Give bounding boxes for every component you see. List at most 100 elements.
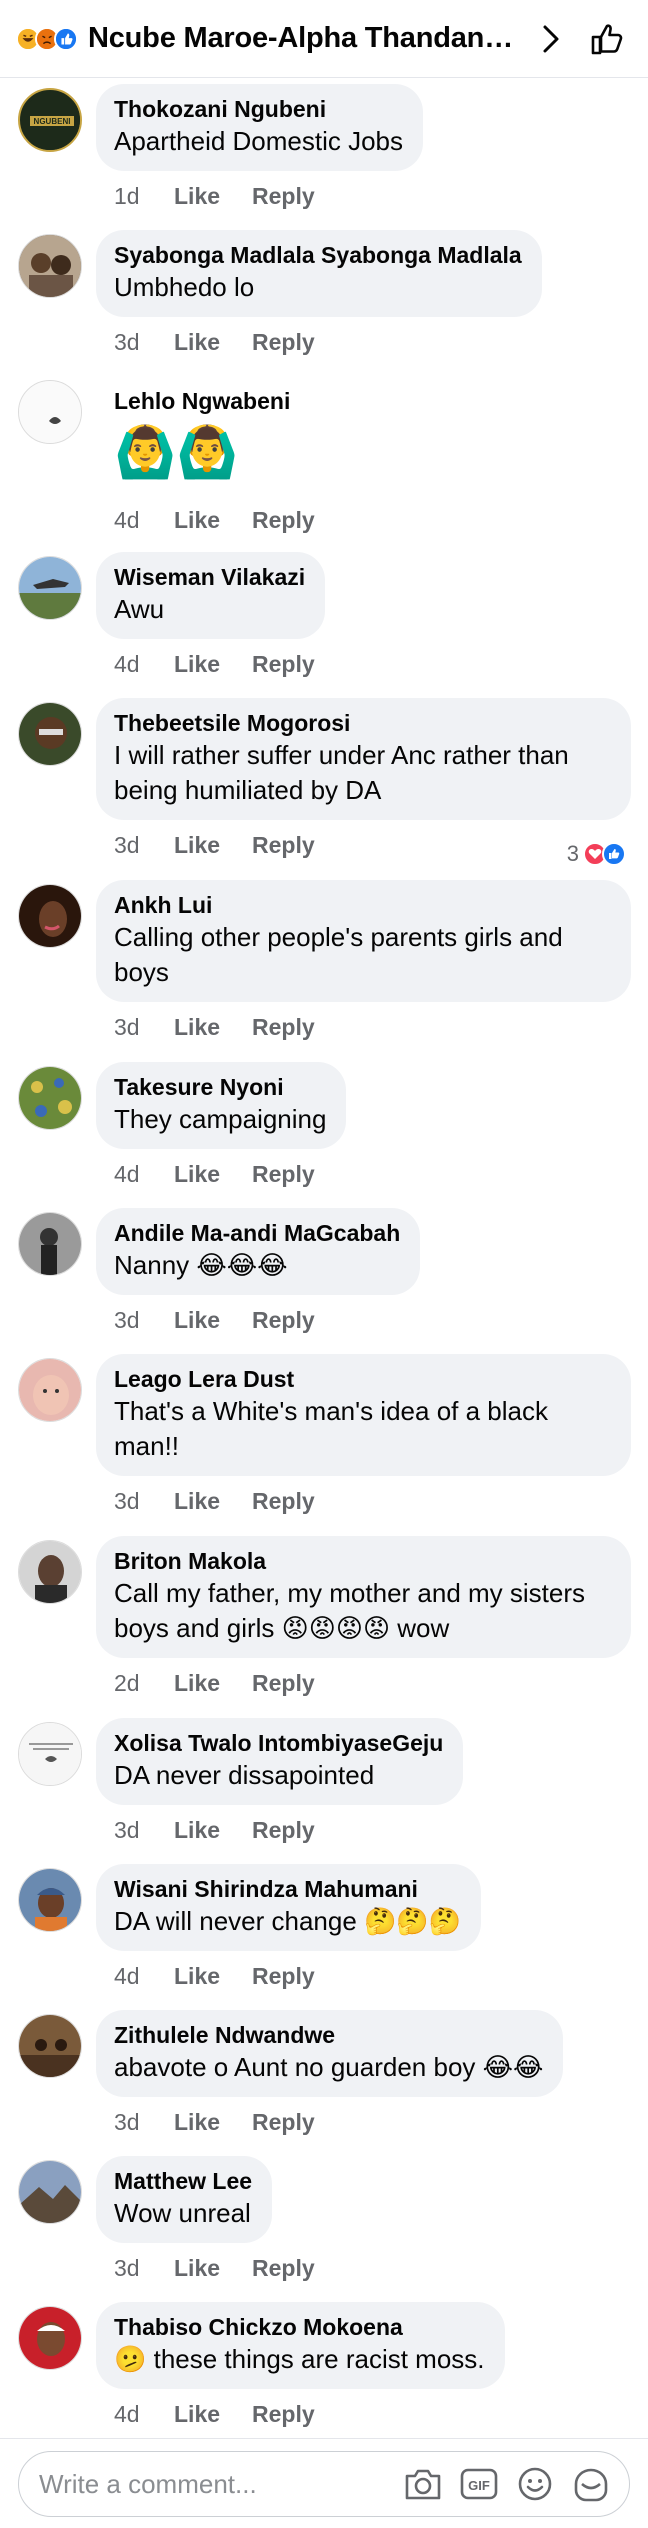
comment-bubble[interactable]: Ankh Lui Calling other people's parents …: [96, 880, 631, 1002]
avatar[interactable]: [18, 2014, 82, 2078]
comment-text: Umbhedo lo: [114, 272, 255, 302]
comment-time: 3d: [114, 831, 140, 858]
comment-bubble[interactable]: Andile Ma-andi MaGcabah Nanny 😂😂😂: [96, 1208, 421, 1295]
comment-author[interactable]: Matthew Lee: [114, 2166, 252, 2196]
reply-button[interactable]: Reply: [252, 183, 315, 210]
reply-button[interactable]: Reply: [252, 1817, 315, 1844]
like-comment-button[interactable]: Like: [174, 183, 252, 210]
like-comment-button[interactable]: Like: [174, 1670, 252, 1697]
like-comment-button[interactable]: Like: [174, 651, 252, 678]
comment-author[interactable]: Lehlo Ngwabeni: [114, 386, 290, 416]
reply-button[interactable]: Reply: [252, 1670, 315, 1697]
comment-author[interactable]: Andile Ma-andi MaGcabah: [114, 1218, 400, 1248]
comment-bubble[interactable]: Wiseman Vilakazi Awu: [96, 552, 326, 639]
gif-icon[interactable]: GIF: [457, 2462, 501, 2506]
comment-bubble[interactable]: Leago Lera Dust That's a White's man's i…: [96, 1354, 631, 1476]
comment-author[interactable]: Zithulele Ndwandwe: [114, 2020, 543, 2050]
comment-time: 4d: [114, 507, 140, 534]
comment-author[interactable]: Xolisa Twalo IntombiyaseGeju: [114, 1728, 443, 1758]
comment-bubble[interactable]: Thebeetsile Mogorosi I will rather suffe…: [96, 698, 631, 820]
reply-button[interactable]: Reply: [252, 2401, 315, 2428]
like-comment-button[interactable]: Like: [174, 1963, 252, 1990]
avatar[interactable]: NGUBENI: [18, 88, 82, 152]
sticker-icon[interactable]: [569, 2462, 613, 2506]
avatar[interactable]: [18, 556, 82, 620]
avatar[interactable]: [18, 2306, 82, 2370]
reply-button[interactable]: Reply: [252, 651, 315, 678]
comment-actions: 3d Like Reply: [96, 2097, 563, 2147]
comment-actions: 4d Like Reply: [96, 1149, 346, 1199]
reply-button[interactable]: Reply: [252, 329, 315, 356]
like-comment-button[interactable]: Like: [174, 2255, 252, 2282]
like-comment-button[interactable]: Like: [174, 1488, 252, 1515]
comment-item: Ankh Lui Calling other people's parents …: [0, 880, 648, 1062]
comment-actions: 3d Like Reply: [96, 1476, 631, 1526]
comment-author[interactable]: Syabonga Madlala Syabonga Madlala: [114, 240, 522, 270]
comment-author[interactable]: Wiseman Vilakazi: [114, 562, 305, 592]
comment-author[interactable]: Thokozani Ngubeni: [114, 94, 403, 124]
like-comment-button[interactable]: Like: [174, 832, 252, 859]
avatar[interactable]: [18, 1212, 82, 1276]
like-comment-button[interactable]: Like: [174, 2109, 252, 2136]
avatar[interactable]: [18, 884, 82, 948]
avatar[interactable]: [18, 1066, 82, 1130]
reply-button[interactable]: Reply: [252, 832, 315, 859]
avatar[interactable]: [18, 234, 82, 298]
like-comment-button[interactable]: Like: [174, 1014, 252, 1041]
avatar[interactable]: [18, 1868, 82, 1932]
comment-item: Lehlo Ngwabeni 🙆‍♂️🙆‍♂️ 4d Like Reply: [0, 376, 648, 552]
avatar[interactable]: [18, 1358, 82, 1422]
person-gesturing-ok-emoji: 🙆‍♂️: [176, 423, 239, 480]
avatar[interactable]: [18, 380, 82, 444]
avatar[interactable]: [18, 2160, 82, 2224]
comment-actions: 4d Like Reply: [96, 639, 325, 689]
comment-bubble[interactable]: Xolisa Twalo IntombiyaseGeju DA never di…: [96, 1718, 464, 1805]
comment-input-box[interactable]: GIF: [18, 2451, 630, 2517]
comment-bubble[interactable]: Thabiso Chickzo Mokoena 🫤 these things a…: [96, 2302, 505, 2389]
comment-item: Wisani Shirindza Mahumani DA will never …: [0, 1864, 648, 2010]
chevron-right-icon[interactable]: [536, 19, 566, 59]
comment-author[interactable]: Wisani Shirindza Mahumani: [114, 1874, 461, 1904]
reply-button[interactable]: Reply: [252, 507, 315, 534]
comment-author[interactable]: Thebeetsile Mogorosi: [114, 708, 611, 738]
reply-button[interactable]: Reply: [252, 1963, 315, 1990]
like-comment-button[interactable]: Like: [174, 1307, 252, 1334]
avatar[interactable]: [18, 1722, 82, 1786]
emoji-icon[interactable]: [513, 2462, 557, 2506]
like-comment-button[interactable]: Like: [174, 507, 252, 534]
comment-author[interactable]: Briton Makola: [114, 1546, 611, 1576]
reply-button[interactable]: Reply: [252, 1014, 315, 1041]
reaction-summary[interactable]: [16, 26, 78, 51]
like-post-button[interactable]: [586, 17, 630, 61]
comment-bubble[interactable]: Zithulele Ndwandwe abavote o Aunt no gua…: [96, 2010, 564, 2097]
avatar[interactable]: [18, 1540, 82, 1604]
reply-button[interactable]: Reply: [252, 1488, 315, 1515]
comment-bubble[interactable]: Syabonga Madlala Syabonga Madlala Umbhed…: [96, 230, 542, 317]
camera-icon[interactable]: [401, 2462, 445, 2506]
comment-bubble[interactable]: Takesure Nyoni They campaigning: [96, 1062, 347, 1149]
reply-button[interactable]: Reply: [252, 2255, 315, 2282]
comment-actions: 3d Like Reply: [96, 1295, 420, 1345]
reply-button[interactable]: Reply: [252, 1161, 315, 1188]
comment-bubble[interactable]: Briton Makola Call my father, my mother …: [96, 1536, 631, 1658]
like-comment-button[interactable]: Like: [174, 1161, 252, 1188]
comment-bubble[interactable]: Lehlo Ngwabeni 🙆‍♂️🙆‍♂️: [96, 376, 310, 496]
comment-text: They campaigning: [114, 1104, 327, 1134]
like-comment-button[interactable]: Like: [174, 329, 252, 356]
comment-bubble[interactable]: Matthew Lee Wow unreal: [96, 2156, 273, 2243]
reply-button[interactable]: Reply: [252, 1307, 315, 1334]
comment-author[interactable]: Thabiso Chickzo Mokoena: [114, 2312, 485, 2342]
comment-bubble[interactable]: Wisani Shirindza Mahumani DA will never …: [96, 1864, 482, 1951]
like-comment-button[interactable]: Like: [174, 1817, 252, 1844]
avatar[interactable]: [18, 702, 82, 766]
comment-reaction-count[interactable]: 3: [567, 841, 626, 867]
comment-author[interactable]: Ankh Lui: [114, 890, 611, 920]
comment-input[interactable]: [39, 2468, 389, 2500]
comment-author[interactable]: Leago Lera Dust: [114, 1364, 611, 1394]
like-comment-button[interactable]: Like: [174, 2401, 252, 2428]
comment-author[interactable]: Takesure Nyoni: [114, 1072, 326, 1102]
comment-text: 🫤 these things are racist moss.: [114, 2344, 485, 2374]
post-author-title[interactable]: Ncube Maroe-Alpha Thandanani Dhlamini: [88, 22, 518, 55]
reply-button[interactable]: Reply: [252, 2109, 315, 2136]
comment-bubble[interactable]: Thokozani Ngubeni Apartheid Domestic Job…: [96, 84, 424, 171]
